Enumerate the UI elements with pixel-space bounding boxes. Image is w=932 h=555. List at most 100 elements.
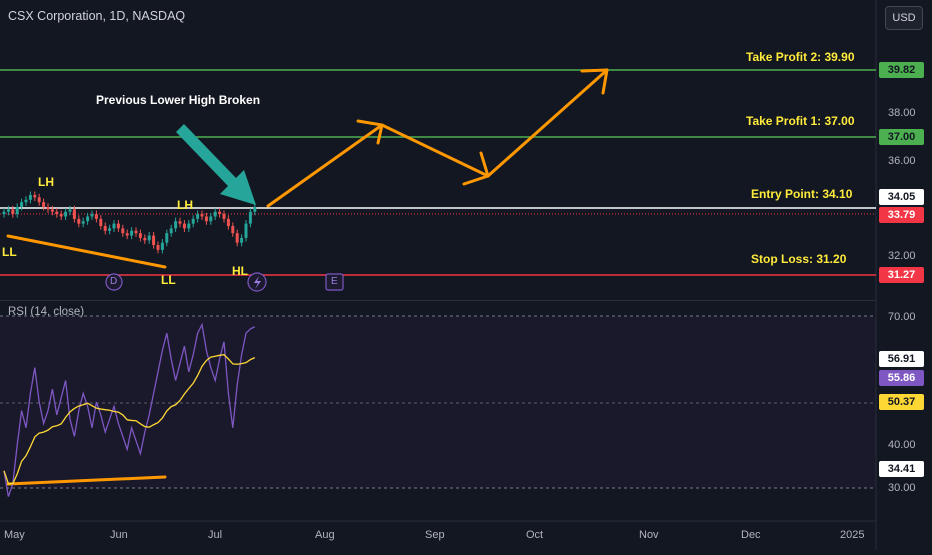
take-profit-1-label[interactable]: Take Profit 1: 37.00 [746,114,855,128]
candle-body [226,218,230,227]
dividend-marker-label: D [110,276,118,287]
candle-body [138,233,142,238]
candle-body [152,235,156,246]
candle-body [156,245,160,250]
candle-body [165,233,169,243]
symbol-title[interactable]: CSX Corporation, 1D, NASDAQ [8,9,185,23]
candle-body [244,223,248,238]
currency-button[interactable]: USD [885,6,923,30]
candle-body [231,226,235,234]
candle-body [50,209,54,212]
teal-arrow[interactable] [176,124,256,205]
candle-body [90,214,94,217]
month-oct: Oct [526,529,544,541]
candle-body [235,233,239,243]
candle-body [143,237,147,241]
tp1-price-badge: 37.00 [879,129,924,145]
candle-body [6,209,10,212]
month-may: May [4,529,25,541]
candle-body [125,233,129,236]
candle-body [81,221,85,224]
year-2025: 2025 [840,529,865,541]
candlestick-series [2,191,257,254]
candle-body [160,242,164,250]
candle-body [94,214,98,219]
candle-body [55,211,59,215]
month-jun: Jun [110,529,128,541]
rsi-tick-70: 70.00 [888,311,916,323]
candle-body [112,223,116,229]
month-jul: Jul [208,529,223,541]
rsi-band [0,316,876,488]
rsi-tick-30: 30.00 [888,482,916,494]
candle-body [182,223,186,229]
entry-price-badge: 34.05 [879,189,924,205]
candle-body [209,216,213,222]
month-dec: Dec [741,529,761,541]
candle-body [46,206,50,210]
candle-body [2,211,6,215]
rsi-ma-badge: 50.37 [879,394,924,410]
candle-body [191,218,195,224]
candle-body [187,223,191,229]
chart-svg[interactable] [0,0,932,550]
candle-body [72,209,76,219]
candle-body [68,209,72,212]
candle-body [24,199,28,203]
candle-body [218,211,222,215]
take-profit-2-label[interactable]: Take Profit 2: 39.90 [746,50,855,64]
candle-body [213,211,217,217]
price-tick-32: 32.00 [888,250,916,262]
projection-path[interactable] [266,68,609,208]
month-sep: Sep [425,529,445,541]
rsi-tick-40: 40.00 [888,439,916,451]
lower-high-label-1[interactable]: LH [38,175,54,189]
candle-body [86,216,90,222]
candle-body [130,230,134,236]
current-price-badge: 33.79 [879,207,924,223]
candle-body [77,218,81,224]
candle-body [42,202,46,207]
lower-low-label-2[interactable]: LL [161,273,176,287]
earnings-marker-label: E [331,276,338,287]
rsi-value-badge-b: 55.86 [879,370,924,386]
candle-body [178,221,182,224]
arrowhead-2 [462,151,490,186]
candle-body [99,218,103,227]
candle-body [64,211,68,217]
stop-price-badge: 31.27 [879,267,924,283]
candle-body [174,221,178,229]
rsi-value-badge-c: 34.41 [879,461,924,477]
candle-body [169,228,173,234]
entry-label[interactable]: Entry Point: 34.10 [751,187,852,201]
chart-canvas[interactable]: CSX Corporation, 1D, NASDAQ USD RSI (14,… [0,0,932,550]
candle-body [240,237,244,243]
pane-divider [0,300,876,301]
candle-body [28,195,32,200]
candle-body [196,214,200,219]
candle-body [108,228,112,231]
higher-low-label[interactable]: HL [232,264,248,278]
candle-body [11,209,15,215]
price-tick-38: 38.00 [888,107,916,119]
candle-body [248,211,252,224]
stop-loss-label[interactable]: Stop Loss: 31.20 [751,252,846,266]
broken-high-label[interactable]: Previous Lower High Broken [96,93,260,107]
lower-high-label-2[interactable]: LH [177,198,193,212]
lower-low-label-1[interactable]: LL [2,245,17,259]
candle-body [33,195,37,198]
month-nov: Nov [639,529,659,541]
lower-low-trendline[interactable] [6,234,167,269]
candle-body [116,223,120,229]
tp2-price-badge: 39.82 [879,62,924,78]
candle-body [103,226,107,231]
price-tick-36: 36.00 [888,155,916,167]
rsi-indicator-label[interactable]: RSI (14, close) [8,306,84,318]
candle-body [222,214,226,219]
candle-body [20,202,24,207]
candle-body [37,197,41,203]
candle-body [134,230,138,234]
rsi-value-badge-a: 56.91 [879,351,924,367]
candle-body [204,216,208,222]
candle-body [253,206,257,212]
